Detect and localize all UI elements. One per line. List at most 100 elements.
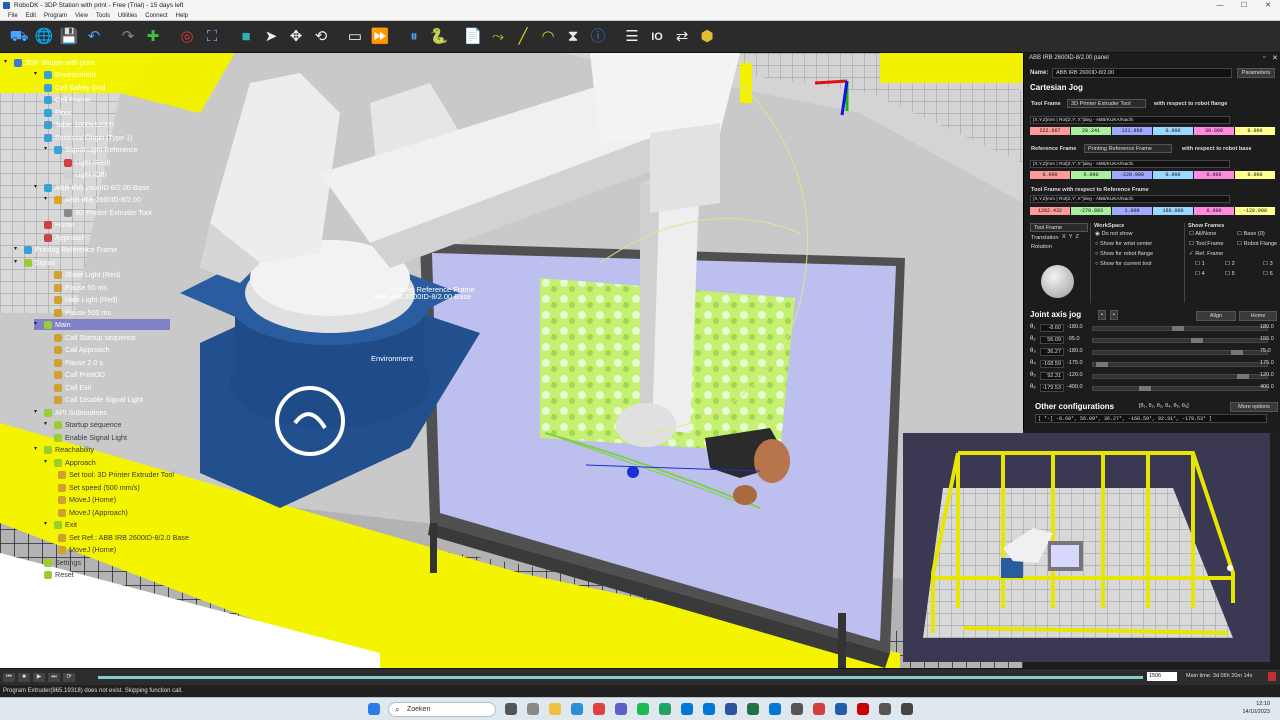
settings-icon[interactable]: [901, 703, 913, 715]
tool-coord-3[interactable]: 0.000: [1153, 127, 1193, 135]
tree-item[interactable]: Cell Frame: [34, 94, 90, 105]
tree-item[interactable]: Home: [34, 219, 74, 230]
tree-item[interactable]: MoveJ (Home): [48, 544, 116, 555]
tree-item[interactable]: ▾ Startup sequence: [44, 419, 121, 430]
tree-item[interactable]: Pause 500 ms: [44, 307, 111, 318]
rewind-icon[interactable]: ⏮: [3, 673, 15, 682]
paint-icon[interactable]: [813, 703, 825, 715]
instruction-icon[interactable]: ☰: [621, 26, 643, 48]
outlook-icon[interactable]: [703, 703, 715, 715]
toolref-pose-format[interactable]: [X,Y,Z]mm | Rot[Z,Y',X'']deg - ABB/KUKA/…: [1030, 195, 1230, 203]
tool_ref-coord-0[interactable]: 1282.432: [1030, 207, 1070, 215]
task-view-icon[interactable]: [505, 703, 517, 715]
workspace-option[interactable]: ○ Show for current tool: [1095, 259, 1182, 269]
joint-slider[interactable]: [1092, 350, 1268, 355]
tree-item[interactable]: Light (Red): [54, 157, 111, 168]
expand-toggle-icon[interactable]: ▾: [14, 257, 21, 268]
slider-handle[interactable]: [1237, 374, 1250, 379]
ref-coord-5[interactable]: 0.000: [1235, 171, 1275, 179]
tree-item[interactable]: Settings: [34, 557, 81, 568]
robodk-icon[interactable]: [835, 703, 847, 715]
select-icon[interactable]: ➤: [260, 26, 282, 48]
tool_ref-coord-2[interactable]: 1.000: [1112, 207, 1152, 215]
tool_ref-coord-1[interactable]: -279.893: [1071, 207, 1111, 215]
excel-icon[interactable]: [747, 703, 759, 715]
menu-connect[interactable]: Connect: [141, 11, 171, 20]
show-frame-option[interactable]: ☐ Robot Flange: [1237, 241, 1277, 247]
menu-view[interactable]: View: [71, 11, 92, 20]
move-circular-icon[interactable]: ◠: [537, 26, 559, 48]
tree-item[interactable]: ▾ 3DP Station with print: [4, 57, 94, 68]
excel-file-icon[interactable]: [659, 703, 671, 715]
tree-item[interactable]: ▾ Approach: [44, 457, 96, 468]
tree-item[interactable]: Call Disable Signal Light: [44, 394, 143, 405]
pause-icon[interactable]: ⏸: [403, 26, 425, 48]
menu-utilities[interactable]: Utilities: [114, 11, 141, 20]
expand-toggle-icon[interactable]: ▾: [34, 69, 41, 80]
tree-item[interactable]: Show Light (Red): [44, 269, 121, 280]
show-frame-option[interactable]: ☐ 5: [1225, 271, 1235, 277]
tree-item[interactable]: Call Startup sequence: [44, 332, 136, 343]
tree-item[interactable]: ▾ Main: [34, 319, 170, 330]
teams-icon[interactable]: [615, 703, 627, 715]
menu-edit[interactable]: Edit: [22, 11, 40, 20]
slider-handle[interactable]: [1230, 350, 1243, 355]
tree-item[interactable]: MoveJ (Home): [48, 494, 116, 505]
menu-tools[interactable]: Tools: [92, 11, 114, 20]
tree-item[interactable]: Call Exit: [44, 382, 91, 393]
stop-icon[interactable]: ■: [18, 673, 30, 682]
tree-item[interactable]: Approach: [34, 232, 86, 243]
joint-slider[interactable]: [1092, 374, 1268, 379]
ref-coord-1[interactable]: 0.000: [1071, 171, 1111, 179]
tree-item[interactable]: Light (Off): [54, 169, 107, 180]
expand-toggle-icon[interactable]: ▾: [44, 144, 51, 155]
show-frame-option[interactable]: ☐ Base (0): [1237, 231, 1265, 237]
globe-icon[interactable]: 🌐: [33, 26, 55, 48]
pdf-icon[interactable]: [857, 703, 869, 715]
run-icon[interactable]: ⏩: [369, 26, 391, 48]
tree-item[interactable]: Call Approach: [44, 344, 110, 355]
more-options-button[interactable]: More options: [1230, 402, 1278, 412]
minimize-button[interactable]: —: [1208, 0, 1232, 11]
tree-item[interactable]: 3D Printer Extruder Tool: [54, 207, 152, 218]
joint-copy-button[interactable]: ▪: [1098, 310, 1106, 320]
tree-item[interactable]: Set Ref.: ABB IRB 2600ID-8/2.0 Base: [48, 532, 189, 543]
show-frame-option[interactable]: ☐ All/None: [1189, 231, 1216, 237]
tree-item[interactable]: ▾ API Subroutines: [34, 407, 107, 418]
menu-help[interactable]: Help: [172, 11, 192, 20]
expand-toggle-icon[interactable]: ▾: [4, 57, 11, 68]
tool_ref-coord-5[interactable]: -120.000: [1235, 207, 1275, 215]
expand-toggle-icon[interactable]: ▾: [44, 419, 51, 430]
fit-all-icon[interactable]: ⛶: [201, 26, 223, 48]
slider-handle[interactable]: [1171, 326, 1184, 331]
ref-frame-select[interactable]: Printing Reference Frame: [1084, 144, 1172, 153]
slider-handle[interactable]: [1138, 386, 1151, 391]
joint-slider[interactable]: [1092, 338, 1268, 343]
show-frame-option[interactable]: ✓ Ref. Frame: [1189, 251, 1223, 257]
workspace-option[interactable]: ○ Show for wrist center: [1095, 239, 1182, 249]
tree-item[interactable]: ▾ Exit: [44, 519, 77, 530]
sync-icon[interactable]: ⇄: [671, 26, 693, 48]
loop-icon[interactable]: ⟳: [63, 673, 75, 682]
open-icon[interactable]: ⛟: [8, 26, 30, 48]
word-icon[interactable]: [725, 703, 737, 715]
panel-close-icon[interactable]: ✕: [1272, 54, 1278, 62]
expand-toggle-icon[interactable]: ▾: [44, 519, 51, 530]
panel-float-icon[interactable]: ▫: [1263, 54, 1265, 61]
target-icon[interactable]: ◎: [176, 26, 198, 48]
joint-paste-button[interactable]: ▪: [1110, 310, 1118, 320]
tool-frame-select[interactable]: 3D Printer Extruder Tool: [1067, 99, 1146, 108]
info-icon[interactable]: ⓘ: [587, 26, 609, 48]
joint-slider[interactable]: [1092, 362, 1268, 367]
move-linear-icon[interactable]: ╱: [512, 26, 534, 48]
expand-toggle-icon[interactable]: ▾: [44, 457, 51, 468]
timeline-slider[interactable]: [98, 676, 1143, 679]
save-icon[interactable]: 💾: [58, 26, 80, 48]
store-icon[interactable]: [791, 703, 803, 715]
joint-value-input[interactable]: -168.59: [1040, 360, 1064, 368]
expand-toggle-icon[interactable]: ▾: [14, 244, 21, 255]
tree-item[interactable]: ▾ Printing Reference Frame: [14, 244, 117, 255]
tree-item[interactable]: Call PrintOD: [44, 369, 105, 380]
io-icon[interactable]: IO: [646, 26, 668, 48]
frame-input[interactable]: 1506: [1147, 672, 1177, 681]
